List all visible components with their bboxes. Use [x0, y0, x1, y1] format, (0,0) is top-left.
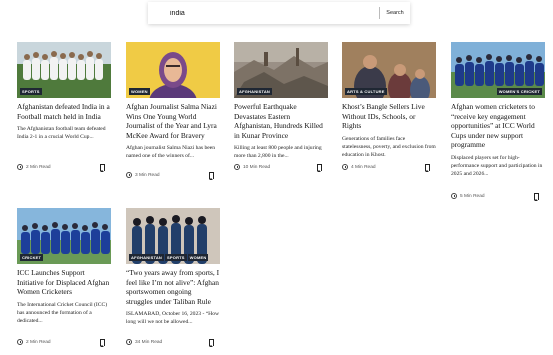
article-card[interactable]: ARTS & CULTURE Khost’s Bangle Sellers Li…	[342, 42, 436, 178]
bookmark-icon[interactable]	[425, 163, 430, 172]
bookmark-icon[interactable]	[100, 163, 105, 172]
article-card[interactable]: SPORTS Afghanistan defeated India in a F…	[17, 42, 111, 178]
clock-icon	[126, 172, 132, 178]
clock-icon	[126, 339, 132, 345]
article-excerpt: ISLAMABAD, October 16, 2023 - “How long …	[126, 311, 220, 326]
tag-list: WOMEN	[129, 88, 150, 95]
search-input[interactable]	[148, 2, 379, 24]
category-tag[interactable]: AFGHANISTAN	[237, 88, 273, 95]
search-bar: Search	[148, 2, 410, 24]
category-tag[interactable]: CRICKET	[20, 254, 44, 261]
article-meta: 10 Min Read	[234, 163, 328, 172]
article-thumbnail[interactable]: AFGHANISTAN	[234, 42, 328, 98]
category-tag[interactable]: ARTS & CULTURE	[345, 88, 387, 95]
category-tag[interactable]: AFGHANISTAN	[129, 254, 165, 261]
article-thumbnail[interactable]: AFGHANISTAN SPORTS WOMEN	[126, 208, 220, 264]
article-excerpt: The Afghanistan football team defeated I…	[17, 126, 106, 141]
clock-icon	[451, 193, 457, 199]
article-meta: 2 Min Read	[17, 338, 111, 347]
article-excerpt: The International Cricket Council (ICC) …	[17, 301, 108, 324]
article-card[interactable]: WOMEN Afghan Journalist Salma Niazi Wins…	[126, 42, 220, 180]
read-time: 10 Min Read	[243, 164, 271, 170]
category-tag[interactable]: SPORTS	[20, 88, 42, 95]
article-title[interactable]: Afghan women cricketers to “receive key …	[451, 102, 545, 150]
article-title[interactable]: “Two years away from sports, I feel like…	[126, 268, 220, 306]
search-button[interactable]: Search	[380, 2, 410, 24]
article-meta: 34 Min Read	[126, 338, 220, 347]
category-tag[interactable]: WOMEN	[187, 254, 209, 261]
article-title[interactable]: ICC Launches Support Initiative for Disp…	[17, 268, 111, 297]
article-excerpt: Afghan journalist Salma Niazi has been n…	[126, 145, 216, 160]
category-tag[interactable]: WOMEN	[129, 88, 150, 95]
article-thumbnail[interactable]: WOMEN'S CRICKET	[451, 42, 545, 98]
clock-icon	[17, 164, 23, 170]
article-meta: 4 Min Read	[342, 163, 436, 172]
article-meta: 3 Min Read	[126, 171, 220, 180]
article-thumbnail[interactable]: SPORTS	[17, 42, 111, 98]
article-excerpt: Displaced players set for high-performan…	[451, 154, 543, 178]
read-time: 2 Min Read	[26, 339, 51, 345]
clock-icon	[234, 164, 240, 170]
article-thumbnail[interactable]: ARTS & CULTURE	[342, 42, 436, 98]
read-time: 4 Min Read	[351, 164, 376, 170]
article-card[interactable]: AFGHANISTAN SPORTS WOMEN “Two years away…	[126, 208, 220, 348]
article-card[interactable]: AFGHANISTAN Powerful Earthquake Devastat…	[234, 42, 328, 178]
bookmark-icon[interactable]	[534, 192, 539, 201]
article-thumbnail[interactable]: CRICKET	[17, 208, 111, 264]
tag-list: AFGHANISTAN	[237, 88, 273, 95]
category-tag[interactable]: SPORTS	[165, 254, 187, 261]
bookmark-icon[interactable]	[209, 171, 214, 180]
read-time: 2 Min Read	[26, 164, 51, 170]
tag-list: AFGHANISTAN SPORTS WOMEN	[129, 254, 209, 261]
article-title[interactable]: Khost’s Bangle Sellers Live Without IDs,…	[342, 102, 436, 131]
clock-icon	[342, 164, 348, 170]
article-meta: 5 Min Read	[451, 192, 545, 201]
read-time: 3 Min Read	[135, 172, 160, 178]
clock-icon	[17, 339, 23, 345]
article-title[interactable]: Afghanistan defeated India in a Football…	[17, 102, 111, 121]
bookmark-icon[interactable]	[100, 338, 105, 347]
article-title[interactable]: Afghan Journalist Salma Niazi Wins One Y…	[126, 102, 220, 140]
article-card[interactable]: WOMEN'S CRICKET Afghan women cricketers …	[451, 42, 545, 202]
article-title[interactable]: Powerful Earthquake Devastates Eastern A…	[234, 102, 328, 140]
article-meta: 2 Min Read	[17, 163, 111, 172]
tag-list: ARTS & CULTURE	[345, 88, 387, 95]
read-time: 34 Min Read	[135, 339, 163, 345]
bookmark-icon[interactable]	[317, 163, 322, 172]
bookmark-icon[interactable]	[209, 338, 214, 347]
category-tag[interactable]: WOMEN'S CRICKET	[496, 88, 542, 95]
article-excerpt: Killing at least 800 people and injuring…	[234, 145, 322, 160]
read-time: 5 Min Read	[460, 193, 485, 199]
article-card[interactable]: CRICKET ICC Launches Support Initiative …	[17, 208, 111, 348]
tag-list: SPORTS	[20, 88, 42, 95]
article-excerpt: Generations of families face statelessne…	[342, 135, 436, 158]
tag-list: CRICKET	[20, 254, 44, 261]
article-thumbnail[interactable]: WOMEN	[126, 42, 220, 98]
tag-list: WOMEN'S CRICKET	[496, 88, 542, 95]
